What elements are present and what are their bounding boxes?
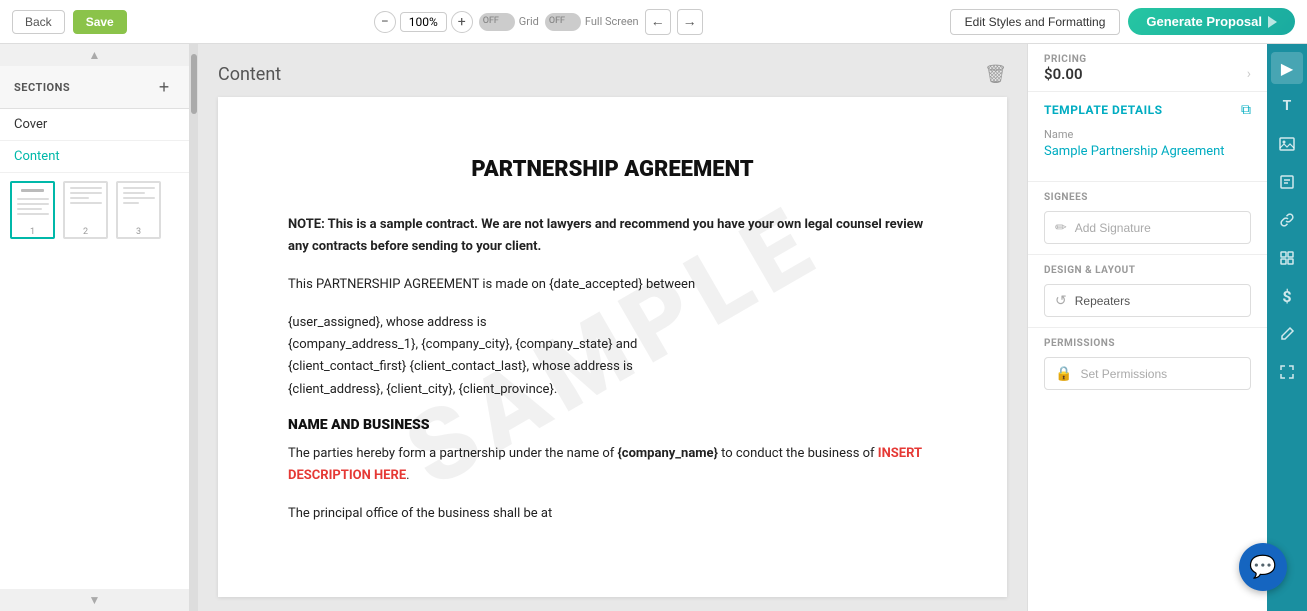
content-header-bar: Content 🗑 [218, 64, 1007, 85]
design-layout-label: DESIGN & LAYOUT [1044, 265, 1251, 276]
sections-header: SECTIONS + [0, 66, 189, 109]
fullscreen-label: Full Screen [585, 15, 639, 28]
name-field-value[interactable]: Sample Partnership Agreement [1044, 143, 1251, 161]
grid-toggle[interactable]: OFF Grid [479, 13, 539, 31]
main-toolbar: Back Save − 100% + OFF Grid OFF Full Scr… [0, 0, 1307, 44]
pricing-label: PRICING [1044, 54, 1251, 65]
chat-icon: 💬 [1249, 555, 1276, 580]
page-thumb-3[interactable]: 3 [116, 181, 161, 239]
edit-styles-button[interactable]: Edit Styles and Formatting [950, 9, 1121, 35]
pricing-section: PRICING $0.00 › [1028, 44, 1267, 92]
doc-business-text: The parties hereby form a partnership un… [288, 443, 937, 487]
set-permissions-label: Set Permissions [1080, 367, 1167, 381]
page-thumb-1[interactable]: 1 [10, 181, 55, 239]
grid-label: Grid [519, 15, 539, 28]
zoom-control: − 100% + [374, 11, 473, 33]
dollar-panel-icon[interactable]: $ [1271, 280, 1303, 312]
doc-heading: PARTNERSHIP AGREEMENT [288, 157, 937, 182]
pricing-row: $0.00 › [1044, 65, 1251, 83]
sidebar-item-content[interactable]: Content [0, 141, 189, 173]
save-button[interactable]: Save [73, 10, 127, 34]
right-sidebar: PRICING $0.00 › TEMPLATE DETAILS ⧉ Name … [1027, 44, 1307, 611]
image-panel-icon[interactable] [1271, 128, 1303, 160]
toolbar-center: − 100% + OFF Grid OFF Full Screen ← → [374, 9, 703, 35]
template-details-header: TEMPLATE DETAILS ⧉ [1044, 102, 1251, 118]
permissions-section: PERMISSIONS 🔒 Set Permissions [1028, 328, 1267, 400]
repeaters-button[interactable]: ↺ Repeaters [1044, 284, 1251, 317]
doc-note-text: NOTE: This is a sample contract. We are … [288, 217, 923, 254]
permissions-label: PERMISSIONS [1044, 338, 1251, 349]
zoom-plus-button[interactable]: + [451, 11, 473, 33]
zoom-value-display[interactable]: 100% [400, 12, 447, 32]
fullscreen-toggle-switch[interactable]: OFF [545, 13, 581, 31]
signees-label: SIGNEES [1044, 192, 1251, 203]
form-panel-icon[interactable] [1271, 166, 1303, 198]
signature-icon: ✏ [1055, 219, 1067, 236]
page-num-3: 3 [136, 227, 141, 237]
arrow-panel-icon[interactable]: ▶ [1271, 52, 1303, 84]
pricing-expand-icon[interactable]: › [1247, 66, 1251, 82]
sidebar-sections-list: Cover Content 1 [0, 109, 189, 589]
back-button[interactable]: Back [12, 10, 65, 34]
doc-section-heading: NAME AND BUSINESS [288, 417, 937, 433]
right-icon-bar: ▶ T $ [1267, 44, 1307, 611]
text-panel-icon[interactable]: T [1271, 90, 1303, 122]
repeaters-icon: ↺ [1055, 292, 1067, 309]
link-panel-icon[interactable] [1271, 204, 1303, 236]
sections-title: SECTIONS [14, 81, 70, 94]
name-field-label: Name [1044, 128, 1251, 141]
right-sidebar-panels: PRICING $0.00 › TEMPLATE DETAILS ⧉ Name … [1028, 44, 1267, 611]
add-section-button[interactable]: + [153, 76, 175, 98]
fullscreen-toggle[interactable]: OFF Full Screen [545, 13, 639, 31]
section-pages-list: 1 2 [0, 173, 189, 247]
external-link-icon[interactable]: ⧉ [1241, 102, 1251, 118]
content-label: Content [14, 149, 60, 164]
pricing-value: $0.00 [1044, 65, 1083, 83]
next-arrow-button[interactable]: → [677, 9, 703, 35]
prev-arrow-button[interactable]: ← [645, 9, 671, 35]
chat-button[interactable]: 💬 [1239, 543, 1287, 591]
expand-panel-icon[interactable] [1271, 356, 1303, 388]
add-signature-label: Add Signature [1075, 221, 1151, 235]
left-sidebar: ▲ SECTIONS + Cover Content [0, 44, 190, 611]
doc-principal-text: The principal office of the business sha… [288, 503, 937, 525]
center-scrollbar[interactable] [190, 44, 198, 611]
pen-panel-icon[interactable] [1271, 318, 1303, 350]
template-details-section: TEMPLATE DETAILS ⧉ Name Sample Partnersh… [1028, 92, 1267, 182]
sidebar-scroll-down[interactable]: ▼ [0, 589, 189, 611]
design-layout-section: DESIGN & LAYOUT ↺ Repeaters [1028, 255, 1267, 328]
signees-section: SIGNEES ✏ Add Signature [1028, 182, 1267, 255]
sidebar-scroll-up[interactable]: ▲ [0, 44, 189, 66]
generate-proposal-button[interactable]: Generate Proposal [1128, 8, 1295, 35]
sidebar-item-cover[interactable]: Cover [0, 109, 189, 141]
page-num-2: 2 [83, 227, 88, 237]
grid-panel-icon[interactable] [1271, 242, 1303, 274]
grid-toggle-switch[interactable]: OFF [479, 13, 515, 31]
cover-label: Cover [14, 117, 47, 132]
page-thumb-2[interactable]: 2 [63, 181, 108, 239]
main-layout: ▲ SECTIONS + Cover Content [0, 44, 1307, 611]
document-page: SAMPLE PARTNERSHIP AGREEMENT NOTE: This … [218, 97, 1007, 597]
add-signature-button[interactable]: ✏ Add Signature [1044, 211, 1251, 244]
content-area: Content 🗑 SAMPLE PARTNERSHIP AGREEMENT N… [198, 44, 1027, 611]
generate-arrow-icon [1268, 16, 1277, 28]
page-num-1: 1 [30, 227, 35, 237]
document-content: PARTNERSHIP AGREEMENT NOTE: This is a sa… [288, 157, 937, 525]
doc-cta-link[interactable]: INSERT DESCRIPTION HERE [288, 446, 922, 483]
toolbar-right: Edit Styles and Formatting Generate Prop… [950, 8, 1295, 35]
set-permissions-button[interactable]: 🔒 Set Permissions [1044, 357, 1251, 390]
zoom-minus-button[interactable]: − [374, 11, 396, 33]
delete-icon[interactable]: 🗑 [984, 64, 1007, 85]
scroll-thumb [191, 54, 197, 114]
lock-icon: 🔒 [1055, 365, 1072, 382]
template-details-title: TEMPLATE DETAILS [1044, 103, 1162, 117]
repeaters-label: Repeaters [1075, 294, 1130, 308]
doc-note: NOTE: This is a sample contract. We are … [288, 214, 937, 258]
doc-party: {user_assigned}, whose address is {compa… [288, 312, 937, 400]
content-area-title: Content [218, 64, 281, 85]
doc-intro: This PARTNERSHIP AGREEMENT is made on {d… [288, 274, 937, 296]
